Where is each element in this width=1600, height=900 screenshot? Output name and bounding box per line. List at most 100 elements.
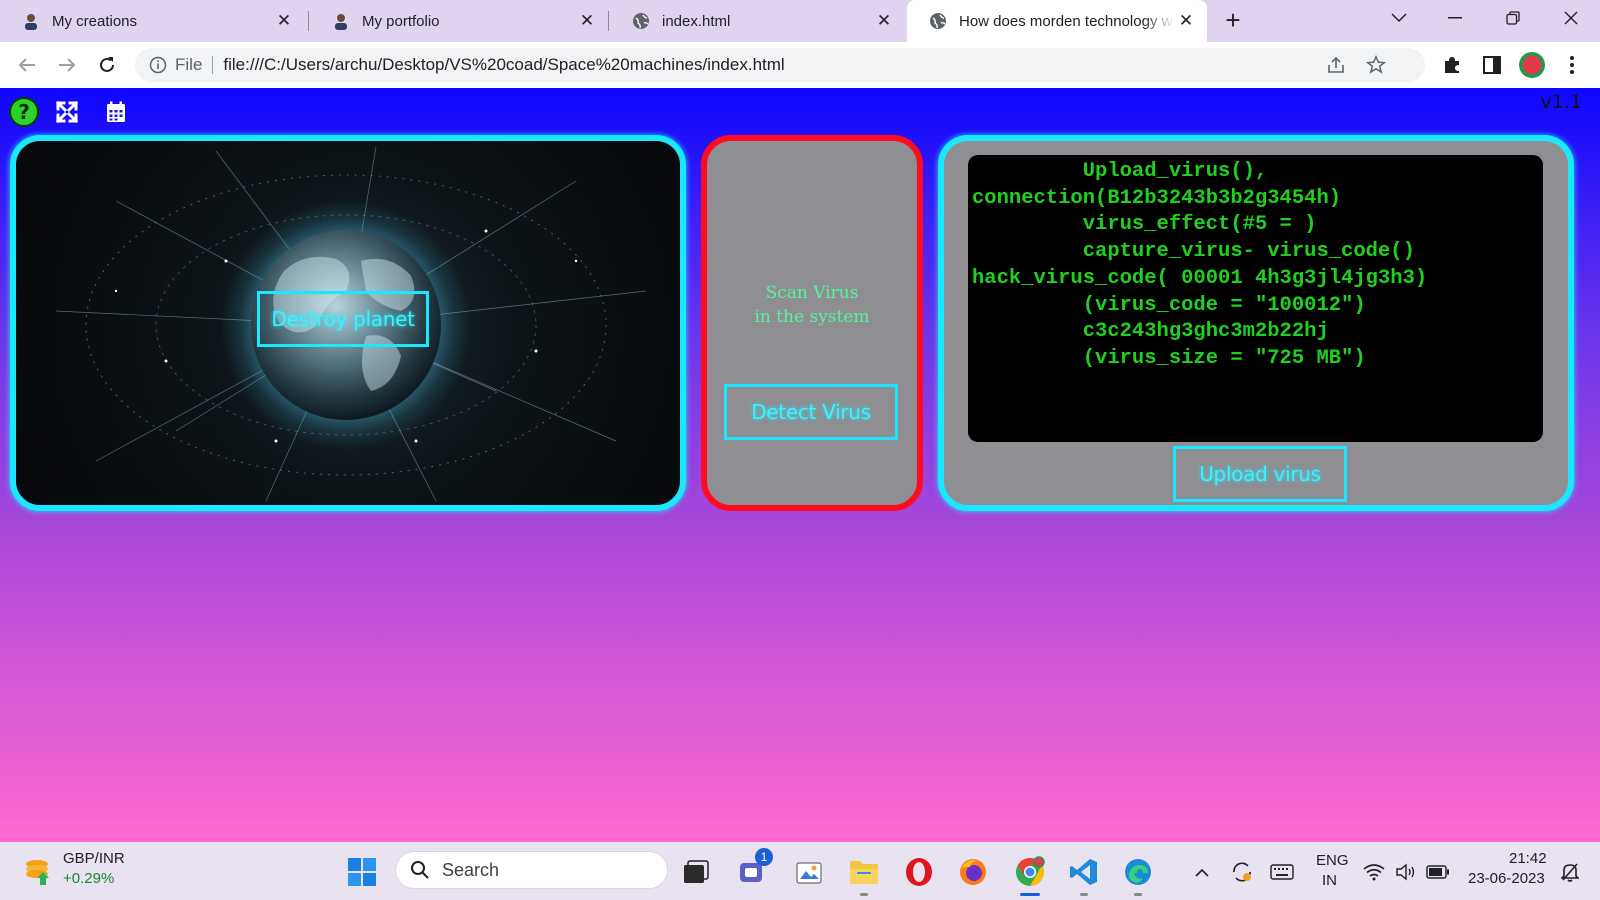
task-view-button[interactable] (676, 852, 716, 892)
avatar-icon (335, 14, 347, 30)
version-label: v1.1 (1540, 91, 1582, 113)
tab-my-portfolio[interactable]: My portfolio ✕ (310, 0, 608, 42)
close-icon[interactable]: ✕ (576, 11, 598, 31)
info-icon[interactable] (141, 56, 175, 74)
tab-my-creations[interactable]: My creations ✕ (0, 0, 305, 42)
scan-description: Scan Virus in the system (707, 281, 917, 329)
new-tab-button[interactable]: + (1218, 6, 1248, 36)
browser-tabstrip: My creations ✕ My portfolio ✕ index.html… (0, 0, 1600, 42)
running-indicator (1134, 893, 1142, 896)
reload-button[interactable] (92, 50, 122, 80)
detect-virus-button[interactable]: Detect Virus (724, 384, 898, 440)
tab-search-button[interactable] (1376, 0, 1422, 36)
tab-active-article[interactable]: How does morden technology w ✕ (907, 0, 1207, 42)
bell-icon (1561, 863, 1579, 882)
restore-button[interactable] (1490, 0, 1536, 36)
calendar-button[interactable] (101, 97, 131, 127)
tab-title: How does morden technology w (959, 12, 1173, 30)
keyboard-icon (1270, 864, 1294, 880)
gallery-icon (796, 862, 822, 884)
url-text[interactable]: file:///C:/Users/archu/Desktop/VS%20coad… (223, 55, 784, 75)
close-icon[interactable]: ✕ (873, 11, 895, 31)
forward-button[interactable] (52, 50, 82, 80)
running-indicator (1020, 893, 1040, 896)
globe-icon (633, 13, 649, 29)
file-explorer-button[interactable] (844, 852, 884, 896)
destroy-planet-button[interactable]: Destroy planet (257, 291, 429, 347)
close-icon (1564, 11, 1578, 25)
minimize-button[interactable] (1432, 0, 1478, 36)
start-button[interactable] (342, 852, 382, 892)
close-window-button[interactable] (1548, 0, 1594, 36)
calendar-icon (107, 101, 125, 122)
side-panel-icon (1483, 56, 1501, 74)
upload-panel: Upload_virus(), connection(B12b3243b3b2g… (938, 135, 1574, 511)
close-icon[interactable]: ✕ (273, 11, 295, 31)
terminal-line: virus_effect(#5 = ) (972, 213, 1317, 237)
clock-time[interactable]: 21:42 (1509, 850, 1547, 867)
firefox-button[interactable] (953, 852, 993, 892)
wifi-icon (1363, 864, 1385, 881)
battery-icon (1426, 865, 1449, 879)
battery-status[interactable] (1420, 852, 1456, 892)
side-panel-button[interactable] (1477, 50, 1507, 80)
extensions-button[interactable] (1437, 50, 1467, 80)
fullscreen-button[interactable] (52, 97, 82, 127)
sync-status-button[interactable] (1222, 852, 1262, 892)
speaker-icon (1396, 863, 1415, 881)
opera-button[interactable] (899, 852, 939, 892)
ticker-change: +0.29% (63, 870, 115, 887)
profile-avatar[interactable] (1517, 50, 1547, 80)
coins-icon (26, 860, 49, 885)
task-view-icon (684, 860, 709, 883)
address-bar[interactable]: File file:///C:/Users/archu/Desktop/VS%2… (135, 48, 1425, 82)
scan-panel: Scan Virus in the system Detect Virus (701, 135, 923, 511)
windows-icon (348, 858, 376, 886)
tab-title: index.html (662, 12, 731, 30)
gallery-button[interactable] (789, 852, 829, 892)
puzzle-icon (1445, 57, 1459, 73)
chat-button[interactable]: 1 (733, 848, 773, 892)
chevron-up-icon (1195, 868, 1209, 877)
bookmark-star-icon[interactable] (1361, 48, 1391, 82)
arrow-right-icon (59, 58, 76, 72)
help-button[interactable]: ? (9, 97, 39, 127)
language-line1[interactable]: ENG (1316, 852, 1349, 869)
vscode-button[interactable] (1064, 852, 1104, 896)
opera-icon (906, 858, 932, 886)
upload-virus-button[interactable]: Upload virus (1173, 446, 1347, 502)
expand-icon (56, 101, 78, 123)
ticker-name: GBP/INR (63, 850, 125, 867)
close-icon[interactable]: ✕ (1175, 11, 1197, 31)
show-hidden-icons-button[interactable] (1182, 852, 1222, 892)
chevron-down-icon (1391, 13, 1407, 23)
browser-menu-button[interactable] (1557, 50, 1587, 80)
clock-date[interactable]: 23-06-2023 (1468, 870, 1545, 887)
url-scheme-label: File (175, 56, 214, 74)
scan-text-line2: in the system (754, 307, 870, 327)
share-icon[interactable] (1321, 48, 1351, 82)
virus-code-terminal: Upload_virus(), connection(B12b3243b3b2g… (968, 155, 1543, 442)
taskbar-search[interactable]: Search (395, 851, 668, 889)
notifications-button[interactable] (1552, 852, 1588, 892)
wifi-status[interactable] (1356, 852, 1392, 892)
terminal-line: Upload_virus(), (972, 160, 1268, 183)
sync-icon (1233, 862, 1251, 882)
volume-status[interactable] (1388, 852, 1424, 892)
notification-badge: 1 (755, 848, 773, 866)
tab-separator (308, 11, 309, 31)
taskbar: GBP/INR +0.29% Search 1 ENG IN 21:42 23-… (0, 842, 1600, 900)
language-line2[interactable]: IN (1322, 872, 1337, 889)
running-indicator (860, 893, 868, 896)
currency-widget[interactable] (18, 851, 58, 891)
profile-icon (1519, 52, 1545, 78)
firefox-icon (960, 859, 986, 885)
chrome-button[interactable] (1010, 852, 1050, 896)
edge-button[interactable] (1118, 852, 1158, 896)
back-button[interactable] (12, 50, 42, 80)
scan-text-line1: Scan Virus (765, 283, 859, 303)
vscode-icon (1070, 859, 1097, 885)
keyboard-button[interactable] (1262, 852, 1302, 892)
search-placeholder: Search (442, 859, 500, 880)
tab-index-html[interactable]: index.html ✕ (610, 0, 905, 42)
